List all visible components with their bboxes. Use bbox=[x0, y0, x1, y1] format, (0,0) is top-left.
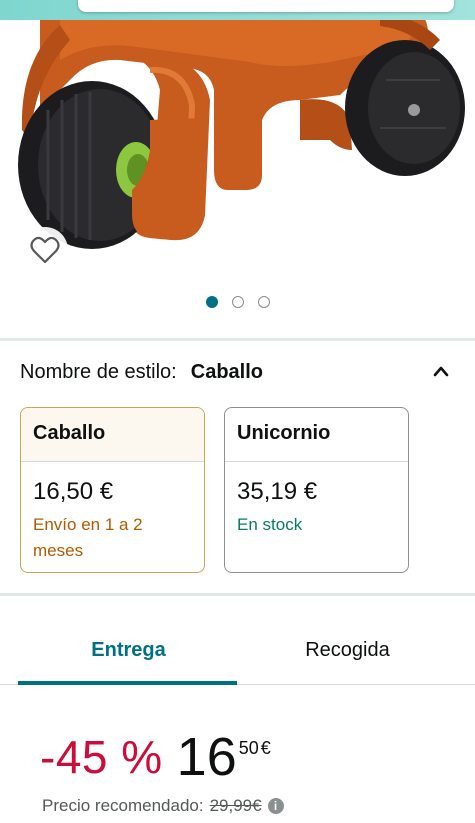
price-block: -45 % 16 50 € bbox=[40, 727, 271, 787]
carousel-dots bbox=[0, 296, 475, 308]
chevron-up-icon[interactable] bbox=[427, 358, 455, 386]
discount-percentage: -45 % bbox=[40, 731, 163, 783]
rrp-value: 29,99€ bbox=[209, 796, 262, 815]
style-option-name: Unicornio bbox=[225, 408, 408, 462]
recommended-price: Precio recomendado: 29,99€ i bbox=[42, 796, 284, 816]
style-selector-header[interactable]: Nombre de estilo: Caballo bbox=[20, 358, 455, 386]
style-label: Nombre de estilo: bbox=[20, 360, 177, 383]
price-currency: € bbox=[260, 738, 271, 758]
style-option-availability: Envío en 1 a 2 meses bbox=[33, 515, 143, 560]
tab-active-indicator bbox=[18, 681, 237, 685]
carousel-dot-3[interactable] bbox=[257, 296, 270, 308]
price-whole: 16 bbox=[176, 727, 237, 787]
tab-recogida[interactable]: Recogida bbox=[229, 620, 466, 686]
product-image bbox=[18, 10, 465, 249]
search-bar[interactable] bbox=[78, 0, 454, 12]
info-icon[interactable]: i bbox=[267, 798, 284, 814]
style-option-price: 16,50 € bbox=[33, 478, 114, 505]
heart-icon bbox=[30, 236, 60, 264]
style-selected-value: Caballo bbox=[190, 360, 263, 383]
delivery-tabs: Entrega Recogida bbox=[0, 620, 475, 686]
style-option-availability: En stock bbox=[237, 515, 303, 534]
divider bbox=[0, 593, 475, 596]
tab-entrega[interactable]: Entrega bbox=[10, 620, 247, 686]
price-fraction: 50 bbox=[238, 738, 259, 758]
rrp-label: Precio recomendado: bbox=[42, 796, 204, 815]
style-option-unicornio[interactable]: Unicornio 35,19 € En stock bbox=[224, 407, 409, 573]
product-gallery[interactable] bbox=[0, 0, 475, 338]
style-option-name: Caballo bbox=[21, 408, 204, 462]
carousel-dot-2[interactable] bbox=[231, 296, 244, 308]
style-option-caballo[interactable]: Caballo 16,50 € Envío en 1 a 2 meses bbox=[20, 407, 205, 573]
carousel-dot-1[interactable] bbox=[205, 296, 218, 308]
divider bbox=[0, 338, 475, 341]
style-option-price: 35,19 € bbox=[237, 478, 318, 505]
wishlist-button[interactable] bbox=[22, 227, 68, 273]
